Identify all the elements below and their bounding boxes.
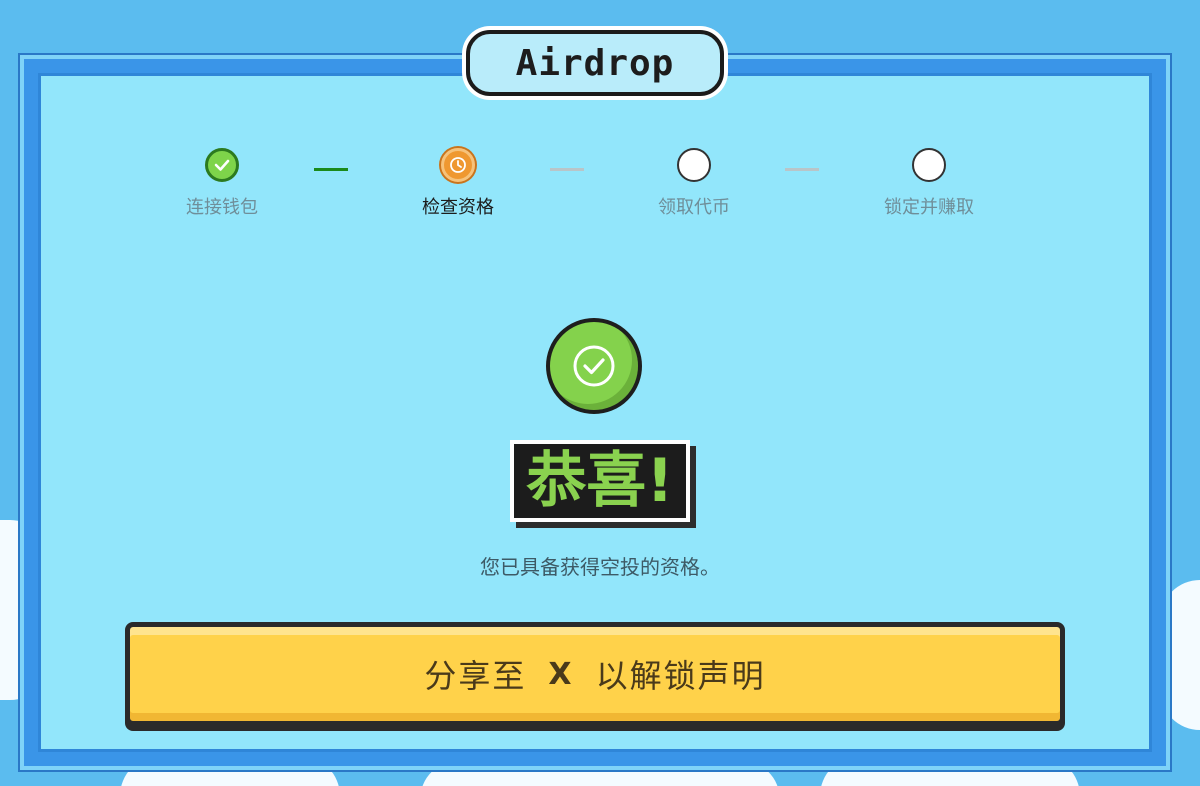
- eligibility-message: 您已具备获得空投的资格。: [480, 557, 720, 579]
- check-icon: [205, 148, 239, 182]
- step-claim-tokens: 领取代币: [614, 148, 774, 219]
- congrats-headline-wrap: 恭喜!: [0, 440, 1200, 522]
- step-label: 领取代币: [658, 197, 730, 217]
- x-logo-icon: X: [548, 656, 574, 692]
- clock-icon: [441, 148, 475, 182]
- progress-steps: 连接钱包 检查资格 领取代币 锁定并赚取: [0, 148, 1200, 228]
- step-check-eligibility: 检查资格: [378, 148, 538, 219]
- share-to-x-button[interactable]: 分享至 X 以解锁声明: [125, 622, 1065, 726]
- step-lock-and-earn: 锁定并赚取: [849, 148, 1009, 219]
- empty-circle-icon: [912, 148, 946, 182]
- empty-circle-icon: [677, 148, 711, 182]
- step-connect-wallet: 连接钱包: [142, 148, 302, 219]
- page-title: Airdrop: [515, 42, 675, 84]
- share-button-content: 分享至 X 以解锁声明: [424, 651, 765, 697]
- share-button-suffix: 以解锁声明: [595, 658, 766, 694]
- share-button-prefix: 分享至: [424, 658, 527, 694]
- step-label: 检查资格: [422, 197, 494, 217]
- title-badge: Airdrop: [466, 30, 724, 96]
- congrats-headline: 恭喜!: [510, 440, 690, 522]
- step-label: 锁定并赚取: [884, 197, 974, 217]
- check-circle-icon: [546, 318, 642, 414]
- step-label: 连接钱包: [186, 197, 258, 217]
